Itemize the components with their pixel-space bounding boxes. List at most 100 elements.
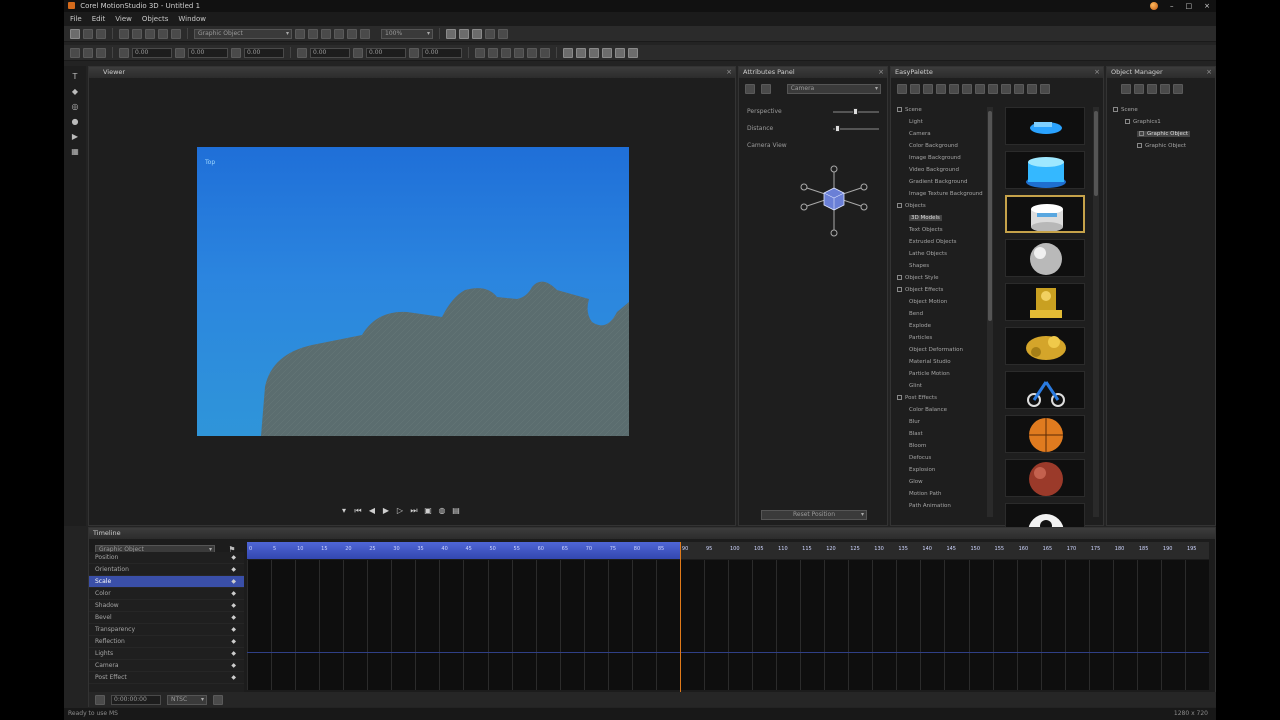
palette-tree-item[interactable]: Path Animation xyxy=(909,503,951,509)
timeline-ruler[interactable]: 0 5 10 15 20 25 30 35 40 45 50 55 60 65 70 75 80 85 90 95 10… xyxy=(247,542,1209,559)
shape-tool-icon[interactable]: ◆ xyxy=(70,87,80,96)
om-tool-1-icon[interactable] xyxy=(1121,84,1131,94)
palette-tree-item[interactable]: Blur xyxy=(909,419,920,425)
palette-tool-9-icon[interactable] xyxy=(1001,84,1011,94)
maximize-button[interactable]: □ xyxy=(1186,0,1193,12)
palette-tree-item[interactable]: Glow xyxy=(909,479,923,485)
link-icon[interactable] xyxy=(347,28,357,39)
palette-tree-item[interactable]: Object Style xyxy=(897,275,938,281)
palette-tree-item[interactable]: Video Background xyxy=(909,167,959,173)
step-back-icon[interactable]: ◀ xyxy=(367,506,377,515)
palette-tool-7-icon[interactable] xyxy=(975,84,985,94)
menu-view[interactable]: View xyxy=(115,15,132,23)
flip-icon[interactable] xyxy=(540,47,550,58)
palette-thumbnail-golden-statue[interactable] xyxy=(1005,283,1085,321)
palette-tree-item[interactable]: Color Balance xyxy=(909,407,947,413)
position-z-field[interactable]: 0.00 xyxy=(244,47,284,58)
palette-tool-3-icon[interactable] xyxy=(923,84,933,94)
add-object-icon[interactable] xyxy=(295,28,305,39)
playhead[interactable] xyxy=(679,542,681,692)
position-x-field[interactable]: 0.00 xyxy=(132,47,172,58)
palette-thumbnail-white-cake[interactable] xyxy=(1005,195,1085,233)
text-tool-icon[interactable]: T xyxy=(70,72,80,81)
palette-tree-item[interactable]: Objects xyxy=(897,203,926,209)
rotation-z-field[interactable]: 0.00 xyxy=(422,47,462,58)
keyframe-toggle-icon[interactable]: ◆ xyxy=(231,552,236,564)
palette-tree-item[interactable]: Image Texture Background xyxy=(909,191,983,197)
rotation-x-field[interactable]: 0.00 xyxy=(310,47,350,58)
palette-tree-item[interactable]: Object Effects xyxy=(897,287,943,293)
viewport-canvas[interactable]: Top xyxy=(197,147,629,436)
palette-tree-item[interactable]: 3D Models xyxy=(909,215,942,221)
palette-tree-item[interactable]: Object Deformation xyxy=(909,347,963,353)
copy-icon[interactable] xyxy=(132,28,142,39)
palette-tool-4-icon[interactable] xyxy=(936,84,946,94)
timeline-track[interactable]: Color ◆ xyxy=(89,588,244,600)
keyframe-toggle-icon[interactable]: ◆ xyxy=(231,612,236,624)
easypalette-close-icon[interactable]: × xyxy=(1094,67,1100,78)
timeline-track[interactable]: Reflection ◆ xyxy=(89,636,244,648)
timeline-track[interactable]: Transparency ◆ xyxy=(89,624,244,636)
help-orb-icon[interactable] xyxy=(1150,2,1158,10)
palette-tree-item[interactable]: Camera xyxy=(909,131,931,137)
keyframe-toggle-icon[interactable]: ◆ xyxy=(231,588,236,600)
fullscreen-icon[interactable]: ▤ xyxy=(451,506,461,515)
palette-tree-item[interactable]: Gradient Background xyxy=(909,179,968,185)
om-tool-5-icon[interactable] xyxy=(1173,84,1183,94)
sound-icon[interactable]: ◍ xyxy=(437,506,447,515)
timeline-track[interactable]: Lights ◆ xyxy=(89,648,244,660)
timeline-track[interactable]: Post Effect ◆ xyxy=(89,672,244,684)
perspective-slider[interactable] xyxy=(833,107,879,115)
pivot-icon[interactable] xyxy=(514,47,524,58)
timeline-track[interactable]: Orientation ◆ xyxy=(89,564,244,576)
palette-thumbnail-red-ball[interactable] xyxy=(1005,459,1085,497)
snap-icon[interactable] xyxy=(475,47,485,58)
minimize-button[interactable]: – xyxy=(1170,0,1174,12)
visibility-toggle-icon[interactable] xyxy=(1139,131,1144,136)
distance-slider[interactable] xyxy=(833,124,879,132)
loop-icon[interactable]: ▣ xyxy=(423,506,433,515)
timeline-track[interactable]: Scale ◆ xyxy=(89,576,244,588)
timeline-track[interactable]: Position ◆ xyxy=(89,552,244,564)
expand-toggle-icon[interactable] xyxy=(897,287,902,292)
object-tree-item[interactable]: Graphics1 xyxy=(1125,119,1161,125)
undo-icon[interactable] xyxy=(158,28,168,39)
palette-tool-6-icon[interactable] xyxy=(962,84,972,94)
palette-tree-item[interactable]: Material Studio xyxy=(909,359,951,365)
layout-1-icon[interactable] xyxy=(563,47,573,58)
palette-thumbs-scrollbar[interactable] xyxy=(1093,107,1099,517)
view-single-icon[interactable] xyxy=(446,28,456,39)
expand-toggle-icon[interactable] xyxy=(897,203,902,208)
zoom-combo[interactable]: 100% xyxy=(381,28,433,39)
om-tool-4-icon[interactable] xyxy=(1160,84,1170,94)
palette-tree-scroll-thumb[interactable] xyxy=(988,111,992,321)
palette-tree-item[interactable]: Explosion xyxy=(909,467,935,473)
palette-thumbnail-blue-cake[interactable] xyxy=(1005,151,1085,189)
close-button[interactable]: × xyxy=(1204,0,1210,12)
palette-tool-10-icon[interactable] xyxy=(1014,84,1024,94)
palette-thumbnail-golden-dragon[interactable] xyxy=(1005,327,1085,365)
palette-tree-scrollbar[interactable] xyxy=(987,107,993,517)
keyframe-toggle-icon[interactable]: ◆ xyxy=(231,636,236,648)
view-quad-icon[interactable] xyxy=(472,28,482,39)
menu-file[interactable]: File xyxy=(70,15,82,23)
palette-tree-item[interactable]: Bend xyxy=(909,311,923,317)
palette-tool-2-icon[interactable] xyxy=(910,84,920,94)
palette-tree-item[interactable]: Blast xyxy=(909,431,923,437)
cut-icon[interactable] xyxy=(119,28,129,39)
timeline-fit-icon[interactable] xyxy=(213,694,223,705)
go-to-end-icon[interactable]: ⏭ xyxy=(409,506,419,515)
layout-2-icon[interactable] xyxy=(576,47,586,58)
timeline-track[interactable]: Bevel ◆ xyxy=(89,612,244,624)
object-tree-item[interactable]: Scene xyxy=(1113,107,1138,113)
keyframe-toggle-icon[interactable]: ◆ xyxy=(231,600,236,612)
palette-tree-item[interactable]: Post Effects xyxy=(897,395,937,401)
scale-object-icon[interactable] xyxy=(321,28,331,39)
palette-tree-item[interactable]: Object Motion xyxy=(909,299,947,305)
palette-tree-item[interactable]: Motion Path xyxy=(909,491,941,497)
palette-tree-item[interactable]: Particles xyxy=(909,335,932,341)
render-icon[interactable] xyxy=(485,28,495,39)
keyframe-toggle-icon[interactable]: ◆ xyxy=(231,660,236,672)
attributes-combo[interactable]: Camera xyxy=(786,84,881,94)
pointer-tool-icon[interactable] xyxy=(70,47,80,58)
